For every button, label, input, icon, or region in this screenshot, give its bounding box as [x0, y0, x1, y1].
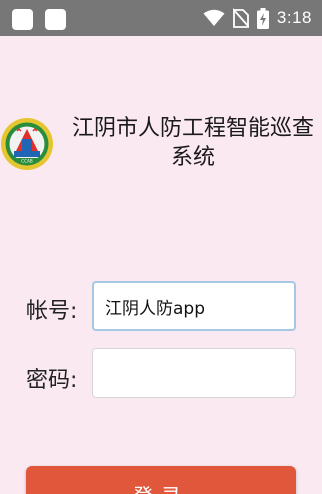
- notification-square-icon: [12, 9, 33, 30]
- password-input[interactable]: [92, 348, 296, 398]
- status-bar: 3:18: [0, 0, 322, 36]
- wifi-icon: [203, 9, 225, 26]
- login-button[interactable]: 登录: [26, 466, 296, 494]
- status-icons: 3:18: [203, 0, 312, 36]
- account-label: 帐号:: [26, 299, 78, 324]
- ccab-civil-defense-emblem-icon: CCAB: [1, 118, 53, 170]
- account-input[interactable]: [92, 281, 296, 331]
- clock: 3:18: [276, 8, 312, 27]
- password-label: 密码:: [26, 368, 78, 393]
- battery-charging-icon: [256, 7, 269, 29]
- svg-text:CCAB: CCAB: [21, 158, 33, 163]
- app-title: 江阴市人防工程智能巡查系统: [71, 116, 314, 170]
- no-sim-icon: [232, 8, 249, 28]
- notification-square-icon: [45, 9, 66, 30]
